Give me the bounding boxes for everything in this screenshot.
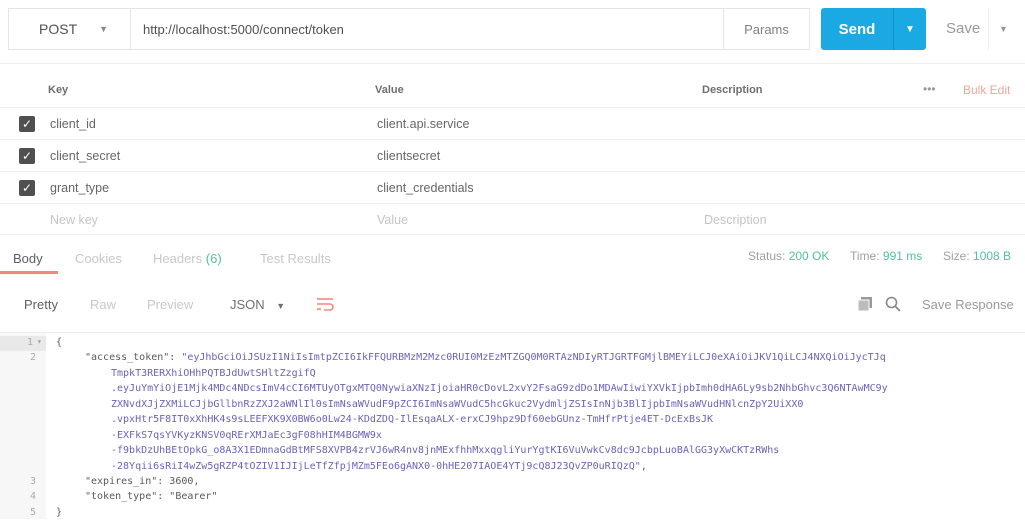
param-key[interactable]: client_id	[50, 117, 96, 131]
checkbox-checked-icon[interactable]: ✓	[19, 148, 35, 164]
json-string: .vpxHtr5F8IT0xXhHK4s9sLEEFXK9X0BW6o0Lw24…	[111, 414, 714, 425]
send-button[interactable]: Send ▼	[821, 8, 926, 50]
divider	[0, 63, 1025, 64]
line-number: 3	[29, 476, 36, 487]
code-line: "access_token": "eyJhbGciOiJSUzI1NiIsImt…	[85, 350, 886, 366]
time-label: Time:	[850, 249, 880, 263]
param-value[interactable]: client.api.service	[377, 117, 469, 131]
size-readout: Size: 1008 B	[943, 249, 1011, 263]
json-comma: ,	[640, 461, 647, 472]
response-body-editor[interactable]: 1 ▾ 2 3 4 5 { "access_token": "eyJhbGciO…	[0, 332, 1025, 519]
fold-chevron-icon[interactable]: ▾	[37, 337, 42, 346]
save-button[interactable]: Save	[946, 20, 980, 37]
wrap-lines-icon[interactable]	[316, 296, 334, 315]
save-response-button[interactable]: Save Response	[922, 297, 1014, 312]
code-line: -28Yqii6sRiI4wZw5gRZP4tOZIV1IJIjLeTfZfpj…	[111, 459, 647, 475]
tab-headers-label: Headers	[153, 251, 203, 266]
send-label: Send	[838, 20, 876, 38]
new-param-row: New key Value Description	[0, 203, 1025, 235]
column-key: Key	[48, 84, 69, 96]
json-number: 3600,	[169, 476, 200, 487]
chevron-down-icon: ▼	[99, 24, 109, 34]
active-tab-underline	[0, 271, 58, 274]
chevron-down-icon: ▼	[276, 301, 286, 311]
status-value: 200 OK	[788, 249, 830, 263]
code-brace: {	[56, 337, 63, 348]
line-number: 2	[29, 352, 36, 363]
status-label: Status:	[748, 249, 786, 263]
tab-test-results[interactable]: Test Results	[260, 251, 331, 266]
json-key: "access_token":	[85, 352, 182, 363]
param-row: ✓ client_secret clientsecret	[0, 139, 1025, 171]
url-input[interactable]: http://localhost:5000/connect/token	[130, 8, 724, 50]
json-string: ZXNvdXJjZXMiLCJjbGllbnRzZXJ2aWNlIl0sImNs…	[111, 399, 804, 410]
time-value: 991 ms	[882, 249, 923, 263]
view-raw[interactable]: Raw	[90, 297, 116, 312]
code-line: "expires_in": 3600,	[85, 474, 199, 490]
line-number: 1	[26, 337, 33, 348]
json-string: -f9bkDzUhBEtOpkG_o8A3X1EDmnaGdBtMFS8XVPB…	[111, 445, 780, 456]
copy-icon[interactable]	[857, 297, 872, 314]
column-description: Description	[702, 84, 763, 96]
column-value: Value	[375, 84, 404, 96]
json-string: "eyJhbGciOiJSUzI1NiIsImtpZCI6IkFFQURBMzM…	[181, 352, 886, 363]
checkbox-checked-icon[interactable]: ✓	[19, 180, 35, 196]
view-pretty[interactable]: Pretty	[24, 297, 58, 312]
code-line: "token_type": "Bearer"	[85, 489, 217, 505]
status-readout: Status: 200 OK	[748, 249, 829, 263]
tab-body[interactable]: Body	[13, 251, 43, 266]
params-button[interactable]: Params	[723, 8, 810, 50]
new-value-input[interactable]: Value	[377, 213, 408, 227]
json-string: .eyJuYmYiOjE1Mjk4MDc4NDcsImV4cCI6MTUyOTg…	[111, 383, 888, 394]
json-key: "token_type":	[85, 491, 170, 502]
json-string: -28Yqii6sRiI4wZw5gRZP4tOZIV1IJIjLeTfZfpj…	[111, 461, 641, 472]
param-value[interactable]: clientsecret	[377, 149, 440, 163]
code-brace: }	[56, 507, 63, 518]
format-select[interactable]: JSON ▼	[230, 297, 285, 312]
param-row: ✓ grant_type client_credentials	[0, 171, 1025, 203]
param-row: ✓ client_id client.api.service	[0, 107, 1025, 139]
bulk-edit-link[interactable]: Bulk Edit	[963, 83, 1010, 97]
search-icon[interactable]	[885, 296, 901, 315]
save-options-chevron-icon[interactable]: ▼	[988, 8, 1018, 50]
json-key: "expires_in":	[85, 476, 170, 487]
param-key[interactable]: grant_type	[50, 181, 109, 195]
format-label: JSON	[230, 297, 265, 312]
line-number: 5	[29, 507, 36, 518]
send-options-chevron-icon[interactable]: ▼	[893, 8, 926, 50]
new-description-input[interactable]: Description	[704, 213, 767, 227]
param-value[interactable]: client_credentials	[377, 181, 474, 195]
json-string: TmpkT3RERXhiOHhPQTBJdUwtSHltZzgifQ	[111, 368, 316, 379]
param-key[interactable]: client_secret	[50, 149, 120, 163]
more-icon[interactable]: •••	[923, 82, 936, 96]
new-key-input[interactable]: New key	[50, 213, 98, 227]
tab-cookies[interactable]: Cookies	[75, 251, 122, 266]
line-number: 4	[29, 491, 36, 502]
size-value: 1008 B	[973, 249, 1012, 263]
json-string: -EXFkS7qsYVKyzKNSV0qRErXMJaEc3gF08hHIM4B…	[111, 430, 382, 441]
method-label: POST	[39, 21, 78, 37]
view-preview[interactable]: Preview	[147, 297, 193, 312]
headers-count: (6)	[205, 251, 222, 266]
time-readout: Time: 991 ms	[850, 249, 922, 263]
size-label: Size:	[943, 249, 970, 263]
method-select[interactable]: POST ▼	[8, 8, 131, 50]
checkbox-checked-icon[interactable]: ✓	[19, 116, 35, 132]
json-string: "Bearer"	[169, 491, 218, 502]
tab-headers[interactable]: Headers (6)	[153, 251, 222, 266]
